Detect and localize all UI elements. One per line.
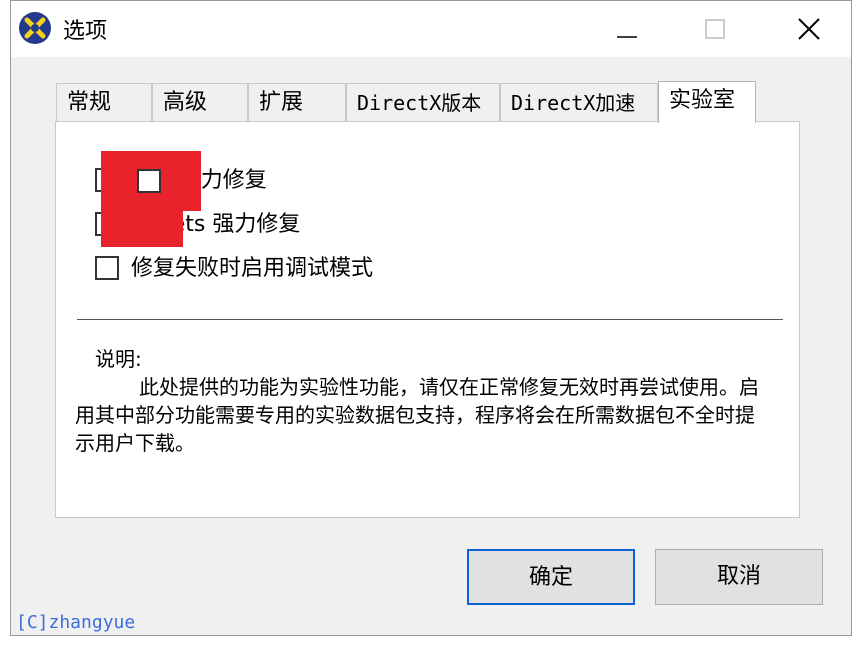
redaction-mark xyxy=(101,207,183,247)
window-title: 选项 xyxy=(63,19,108,44)
description-text: 此处提供的功能为实验性功能，请仅在正常修复无效时再尝试使用。启用其中部分功能需要… xyxy=(75,375,759,455)
background-window-right xyxy=(852,0,862,648)
ok-button[interactable]: 确定 xyxy=(467,549,635,605)
tab-general[interactable]: 常规 xyxy=(56,83,152,121)
checkbox-debug-mode[interactable] xyxy=(95,256,119,280)
maximize-button[interactable] xyxy=(695,9,735,49)
tab-lab[interactable]: 实验室 xyxy=(658,81,756,123)
options-dialog: 选项 常规 高级 扩展 DirectX版本 DirectX加速 实验室 C + … xyxy=(10,0,852,636)
description-title: 说明: xyxy=(95,347,142,371)
checkbox-c-repair-visible[interactable] xyxy=(137,169,161,193)
option-debug-mode-label: 修复失败时启用调试模式 xyxy=(131,256,374,281)
title-bar: 选项 xyxy=(11,1,851,57)
tab-directx-version[interactable]: DirectX版本 xyxy=(346,83,500,121)
close-button[interactable] xyxy=(789,9,829,49)
watermark-text: [C]zhangyue xyxy=(16,612,136,633)
app-logo-icon xyxy=(19,12,51,44)
tab-directx-acceleration[interactable]: DirectX加速 xyxy=(500,83,658,121)
tab-extensions[interactable]: 扩展 xyxy=(248,83,346,121)
minimize-button[interactable] xyxy=(607,9,647,49)
background-window-bottom xyxy=(0,636,862,648)
cancel-button[interactable]: 取消 xyxy=(655,549,823,605)
tab-advanced[interactable]: 高级 xyxy=(152,83,248,121)
divider xyxy=(77,319,783,320)
